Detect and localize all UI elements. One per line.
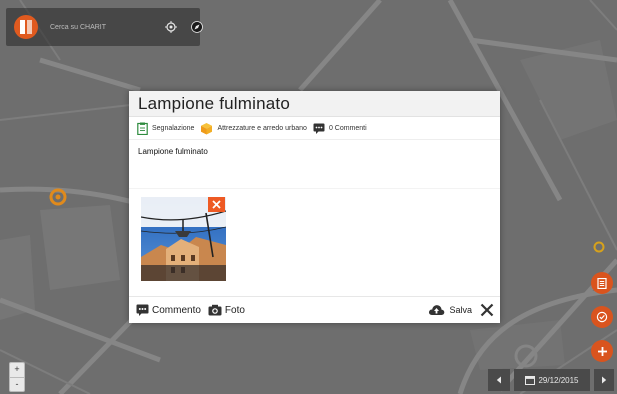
compass-icon[interactable] (191, 20, 203, 34)
add-comment-label: Commento (152, 304, 201, 316)
charit-logo[interactable] (12, 13, 40, 41)
zoom-out-button[interactable]: - (10, 378, 24, 392)
report-dialog: Lampione fulminato Segnalazione Attrezza… (129, 91, 500, 323)
zoom-control: + - (9, 362, 25, 392)
comment-icon[interactable] (313, 123, 325, 134)
check-circle-icon (596, 311, 608, 323)
close-icon (212, 200, 221, 209)
date-prev-button[interactable] (488, 369, 510, 391)
map-marker-small[interactable] (592, 240, 606, 254)
comments-count-label[interactable]: 0 Commenti (329, 125, 367, 132)
map-marker[interactable] (48, 187, 68, 207)
description-field[interactable]: Lampione fulminato (129, 140, 500, 189)
chevron-left-icon (496, 376, 501, 384)
date-display[interactable]: 29/12/2015 (514, 369, 590, 391)
report-category-label: Attrezzature e arredo urbano (217, 124, 307, 132)
calendar-icon (525, 376, 536, 385)
dialog-title: Lampione fulminato (138, 94, 290, 113)
comment-icon (136, 304, 149, 316)
close-dialog-button[interactable] (480, 303, 494, 317)
date-label: 29/12/2015 (538, 375, 579, 385)
save-button[interactable]: Salva (428, 304, 472, 316)
resolved-reports-button[interactable] (591, 306, 613, 328)
top-search-bar (6, 8, 203, 46)
document-icon (597, 277, 607, 289)
date-next-button[interactable] (594, 369, 614, 391)
crosshair-icon[interactable] (165, 20, 177, 34)
remove-photo-button[interactable] (208, 197, 225, 212)
zoom-in-button[interactable]: + (10, 363, 24, 378)
chevron-right-icon (602, 376, 607, 384)
search-input[interactable] (50, 17, 141, 37)
add-comment-button[interactable]: Commento (136, 304, 201, 316)
add-photo-button[interactable]: Foto (208, 304, 245, 316)
description-text: Lampione fulminato (138, 147, 208, 156)
box-icon (200, 122, 213, 135)
dialog-footer: Commento Foto Salva (129, 296, 500, 323)
report-type-label: Segnalazione (152, 124, 195, 132)
add-photo-label: Foto (224, 304, 245, 316)
close-icon (480, 303, 494, 317)
add-report-button[interactable] (591, 340, 613, 362)
reports-list-button[interactable] (591, 272, 613, 294)
save-label: Salva (449, 305, 472, 315)
report-meta: Segnalazione Attrezzature e arredo urban… (129, 117, 500, 140)
clipboard-icon (137, 122, 148, 135)
cloud-upload-icon (429, 305, 445, 315)
footer-actions: Salva (428, 303, 494, 317)
camera-icon (208, 304, 222, 316)
dialog-header: Lampione fulminato (129, 91, 500, 117)
plus-icon (597, 346, 607, 356)
